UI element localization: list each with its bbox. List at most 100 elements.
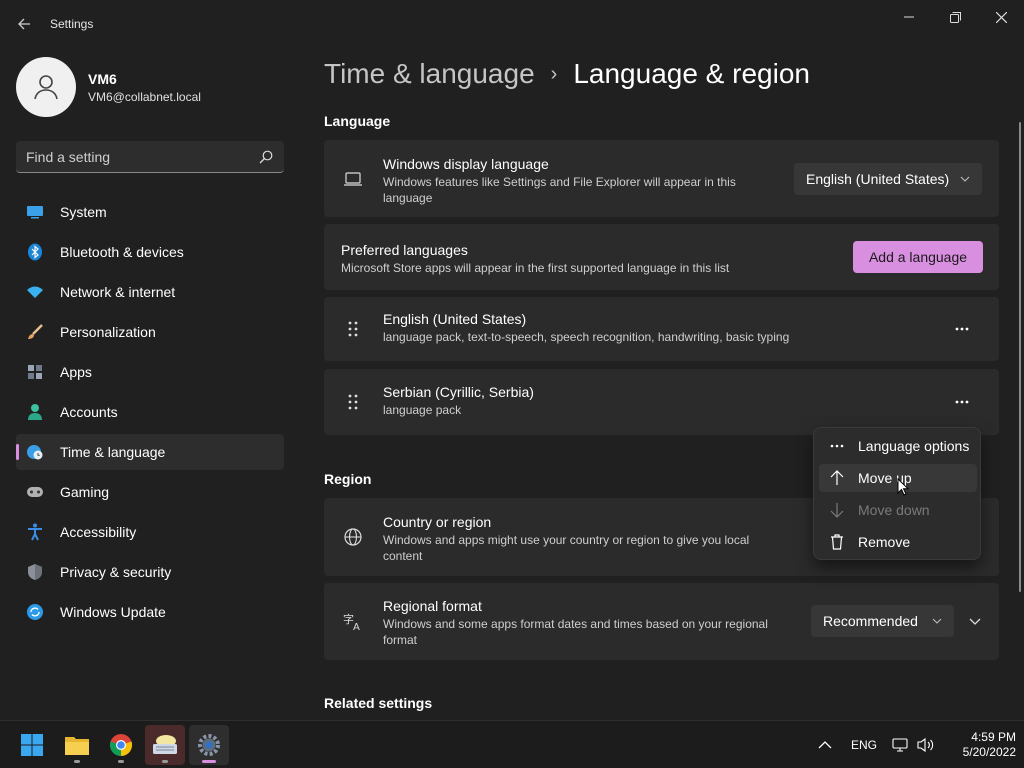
more-options-button[interactable] (946, 313, 978, 345)
sidebar-item-label: Accessibility (60, 524, 137, 540)
sidebar-item-accounts[interactable]: Accounts (16, 394, 284, 430)
sidebar-item-label: Bluetooth & devices (60, 244, 184, 260)
breadcrumb: Time & language › Language & region (324, 58, 810, 90)
profile-name: VM6 (88, 70, 117, 87)
display-language-desc: Windows features like Settings and File … (383, 175, 736, 205)
language-features: language pack (383, 403, 462, 417)
sidebar-item-bluetooth[interactable]: Bluetooth & devices (16, 234, 284, 270)
more-options-button[interactable] (946, 386, 978, 418)
arrow-down-icon (829, 502, 845, 518)
breadcrumb-parent[interactable]: Time & language (324, 58, 535, 90)
back-button[interactable] (10, 10, 38, 38)
sidebar-item-label: Windows Update (60, 604, 166, 620)
file-explorer-icon (65, 737, 89, 755)
avatar (16, 57, 76, 117)
search-box[interactable] (16, 141, 284, 173)
language-name: English (United States) (383, 311, 527, 327)
bluetooth-icon (26, 243, 44, 261)
search-icon[interactable] (258, 149, 274, 165)
start-icon (21, 734, 43, 756)
menu-item-label: Move down (858, 502, 930, 518)
sidebar-item-personalization[interactable]: Personalization (16, 314, 284, 350)
country-region-desc: Windows and apps might use your country … (383, 533, 750, 563)
menu-item-remove[interactable]: Remove (819, 528, 977, 556)
sidebar-item-label: Accounts (60, 404, 118, 420)
gamepad-icon (26, 483, 44, 501)
volume-button[interactable] (917, 721, 935, 768)
system-clock[interactable]: 4:59 PM 5/20/2022 (936, 730, 1016, 760)
expand-button[interactable] (961, 607, 989, 635)
taskbar: ENG 4:59 PM 5/20/2022 (0, 720, 1024, 768)
display-language-dropdown[interactable]: English (United States) (794, 163, 982, 195)
regional-format-value: Recommended (823, 613, 918, 629)
brush-icon (26, 323, 44, 341)
back-arrow-icon (18, 18, 30, 30)
network-icon (892, 738, 908, 752)
taskbar-keyboard-app[interactable] (145, 725, 185, 765)
sidebar-item-label: Network & internet (60, 284, 176, 300)
taskbar-settings[interactable] (189, 725, 229, 765)
mouse-cursor-icon (897, 478, 909, 496)
update-icon (26, 603, 44, 621)
add-language-button[interactable]: Add a language (853, 241, 983, 273)
user-profile[interactable]: VM6 VM6@collabnet.local (16, 57, 201, 117)
taskbar-file-explorer[interactable] (57, 725, 97, 765)
menu-item-language-options[interactable]: Language options (819, 432, 977, 460)
network-status-button[interactable] (892, 721, 910, 768)
input-language-indicator[interactable]: ENG (851, 721, 877, 768)
shield-icon (26, 563, 44, 581)
accessibility-icon (26, 523, 44, 541)
sidebar-item-label: Privacy & security (60, 564, 172, 580)
system-icon (26, 203, 44, 221)
regional-format-dropdown[interactable]: Recommended (811, 605, 954, 637)
language-item-english: English (United States) language pack, t… (324, 297, 999, 361)
running-indicator (118, 760, 124, 763)
sidebar-item-label: Gaming (60, 484, 110, 500)
taskbar-chrome[interactable] (101, 725, 141, 765)
sidebar-item-apps[interactable]: Apps (16, 354, 284, 390)
scrollbar[interactable] (1019, 122, 1021, 592)
chevron-up-icon (818, 741, 832, 749)
globe-clock-icon (26, 443, 44, 461)
sidebar-item-time-language[interactable]: Time & language (16, 434, 284, 470)
running-indicator (162, 760, 168, 763)
start-button[interactable] (12, 725, 52, 765)
running-indicator (74, 760, 80, 763)
close-button[interactable] (978, 4, 1024, 30)
maximize-button[interactable] (932, 4, 978, 30)
drag-handle-icon[interactable] (342, 391, 364, 413)
accounts-icon (26, 403, 44, 421)
search-input[interactable] (26, 148, 258, 165)
regional-format-title: Regional format (383, 598, 482, 614)
show-hidden-icons-button[interactable] (818, 721, 832, 768)
regional-format-desc: Windows and some apps format dates and t… (383, 617, 768, 647)
display-language-card: Windows display language Windows feature… (324, 140, 999, 217)
display-language-title: Windows display language (383, 156, 549, 172)
more-icon (955, 327, 969, 331)
drag-handle-icon[interactable] (342, 318, 364, 340)
more-icon (955, 400, 969, 404)
language-name: Serbian (Cyrillic, Serbia) (383, 384, 534, 400)
sidebar-item-network[interactable]: Network & internet (16, 274, 284, 310)
regional-format-icon: 字A (342, 610, 364, 632)
sidebar-item-label: Time & language (60, 444, 166, 460)
chevron-down-icon (960, 174, 970, 185)
chevron-down-icon (969, 618, 981, 625)
person-icon (34, 75, 58, 100)
keyboard-app-icon (153, 735, 177, 754)
close-icon (995, 11, 1007, 23)
sidebar-nav: System Bluetooth & devices Network & int… (16, 194, 284, 634)
sidebar-item-gaming[interactable]: Gaming (16, 474, 284, 510)
sidebar-item-accessibility[interactable]: Accessibility (16, 514, 284, 550)
preferred-languages-desc: Microsoft Store apps will appear in the … (341, 261, 730, 275)
sidebar-item-windows-update[interactable]: Windows Update (16, 594, 284, 630)
clock-time: 4:59 PM (971, 730, 1016, 744)
maximize-icon (949, 11, 961, 23)
active-indicator (202, 760, 216, 763)
sidebar-item-system[interactable]: System (16, 194, 284, 230)
breadcrumb-separator: › (550, 63, 558, 85)
minimize-button[interactable] (886, 4, 932, 30)
sidebar-item-privacy[interactable]: Privacy & security (16, 554, 284, 590)
page-title: Language & region (573, 58, 810, 89)
language-item-serbian: Serbian (Cyrillic, Serbia) language pack (324, 369, 999, 435)
